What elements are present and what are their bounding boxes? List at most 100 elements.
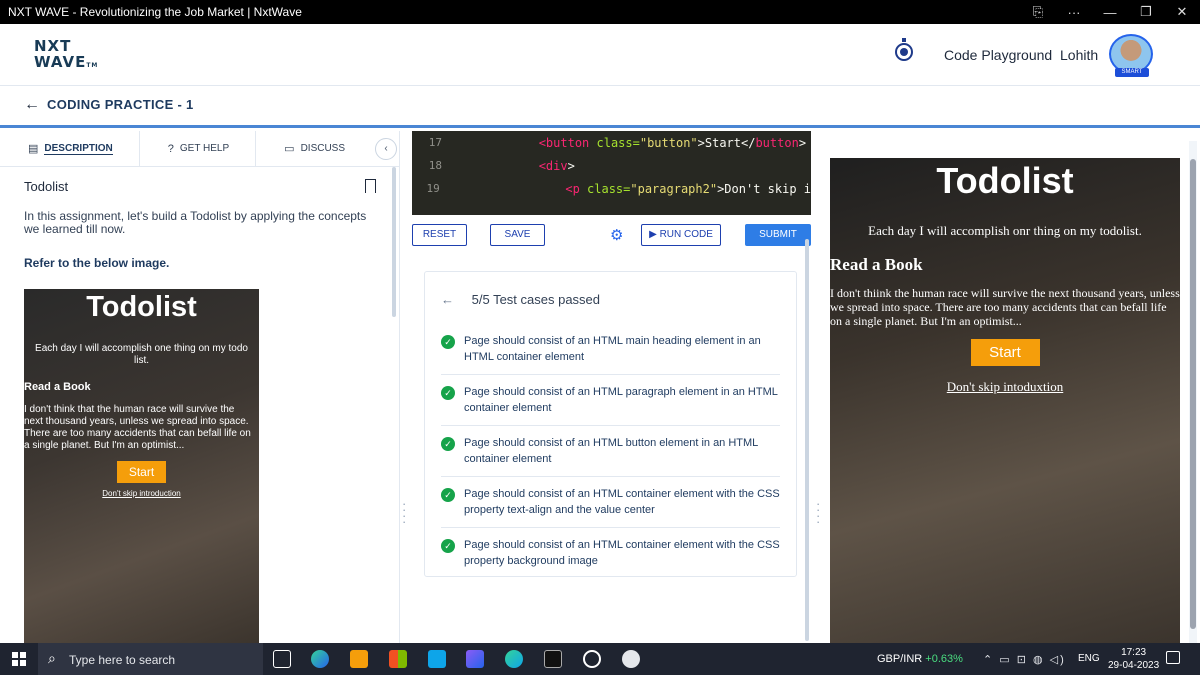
test-case-text: Page should consist of an HTML container…	[464, 539, 780, 567]
reference-paragraph: I don't think that the human race will s…	[24, 404, 251, 451]
logo-line1: NXT	[34, 37, 72, 55]
avatar[interactable]: SMART	[1109, 34, 1153, 77]
test-case: ✓ Page should consist of an HTML contain…	[441, 486, 780, 528]
tab-get-help-label: GET HELP	[179, 143, 230, 154]
run-code-button[interactable]: ▶ RUN CODE	[641, 224, 721, 246]
settings-gear-icon[interactable]: ⚙	[610, 226, 623, 244]
results-scrollbar[interactable]	[805, 239, 809, 641]
reference-link: Don't skip introduction	[102, 489, 181, 498]
restore-button[interactable]: ❐	[1128, 4, 1164, 20]
file-explorer-icon[interactable]	[350, 650, 368, 668]
panel-scrollbar[interactable]	[392, 167, 396, 317]
tab-discuss-label: DISCUSS	[300, 143, 346, 154]
code-tag: button	[755, 135, 799, 150]
problem-description: Todolist In this assignment, let's build…	[24, 179, 376, 270]
code-editor[interactable]: 17 <button class= "button" >Start</ butt…	[412, 131, 811, 215]
search-icon: ⌕	[48, 650, 56, 666]
store-icon[interactable]	[389, 650, 407, 668]
test-case: ✓ Page should consist of an HTML paragra…	[441, 384, 780, 426]
test-case-text: Page should consist of an HTML main head…	[464, 335, 761, 363]
results-back-icon[interactable]: ←	[441, 292, 454, 307]
code-playground-link[interactable]: Code Playground	[944, 47, 1052, 63]
system-clock[interactable]: 17:23 29-04-2023	[1108, 646, 1159, 672]
tab-description[interactable]: ▤ DESCRIPTION	[0, 131, 113, 167]
scrollbar-thumb[interactable]	[1190, 159, 1196, 629]
check-icon: ✓	[441, 437, 455, 451]
minimize-button[interactable]: —	[1092, 5, 1128, 20]
help-icon: ?	[167, 142, 174, 155]
tab-get-help[interactable]: ? GET HELP	[140, 131, 229, 167]
output-preview: Todolist Each day I will accomplish onr …	[830, 158, 1180, 643]
terminal-icon[interactable]	[544, 650, 562, 668]
output-heading: Todolist	[936, 160, 1074, 201]
code-line: 17 <button class= "button" >Start</ butt…	[412, 131, 811, 154]
test-case: ✓ Page should consist of an HTML button …	[441, 435, 780, 477]
mail-icon[interactable]	[428, 650, 446, 668]
code-text: >Start</	[697, 135, 756, 150]
save-button[interactable]: SAVE	[490, 224, 545, 246]
test-case-text: Page should consist of an HTML button el…	[464, 437, 758, 465]
logo-tm: TM	[86, 62, 99, 69]
bookmark-icon[interactable]	[365, 179, 376, 193]
windows-start-icon[interactable]	[12, 652, 26, 666]
line-number: 19	[426, 182, 440, 195]
settings-icon[interactable]	[583, 650, 601, 668]
check-icon: ✓	[441, 335, 455, 349]
output-link[interactable]: Don't skip intoduxtion	[830, 379, 1180, 395]
output-start-button[interactable]: Start	[970, 339, 1040, 366]
problem-title: Todolist	[24, 179, 69, 194]
app-icon[interactable]	[466, 650, 484, 668]
code-text: >Don't skip i	[717, 181, 811, 196]
test-results: ← 5/5 Test cases passed ✓ Page should co…	[424, 271, 797, 577]
test-case-text: Page should consist of an HTML paragraph…	[464, 386, 778, 414]
refer-text: Refer to the below image.	[24, 256, 170, 270]
reference-subheading: Read a Book	[24, 381, 91, 393]
resize-handle-left[interactable]: · · · ·	[402, 497, 406, 528]
nxtwave-app-icon[interactable]	[622, 650, 640, 668]
search-placeholder: Type here to search	[69, 653, 176, 667]
page-title: CODING PRACTICE - 1	[47, 97, 194, 112]
fx-pair: GBP/INR	[877, 653, 923, 665]
close-button[interactable]: ✕	[1164, 4, 1200, 20]
output-tagline: Each day I will accomplish onr thing on …	[868, 223, 1142, 238]
reset-button[interactable]: RESET	[412, 224, 467, 246]
logo-line2: WAVE	[34, 53, 87, 71]
task-view-icon[interactable]	[273, 650, 291, 668]
windows-taskbar: ⌕ Type here to search GBP/INR +0.63% ⌃ ▭…	[0, 643, 1200, 675]
code-line: 18 <div >	[412, 154, 811, 177]
notification-icon[interactable]	[1166, 651, 1180, 664]
code-tag: <p	[565, 181, 580, 196]
timer-icon[interactable]	[895, 38, 913, 61]
back-arrow-icon[interactable]: ←	[24, 96, 40, 114]
description-panel: ▤ DESCRIPTION ? GET HELP ▭ DISCUSS ‹ Tod…	[0, 131, 400, 643]
reference-image: Todolist Each day I will accomplish one …	[24, 289, 259, 643]
code-string: "paragraph2"	[630, 181, 718, 196]
results-header: ← 5/5 Test cases passed	[441, 292, 600, 307]
collapse-panel-button[interactable]: ‹	[375, 138, 397, 160]
description-icon: ▤	[28, 143, 39, 155]
test-case: ✓ Page should consist of an HTML contain…	[441, 537, 780, 571]
user-name[interactable]: Lohith	[1060, 47, 1098, 63]
language-indicator[interactable]: ENG	[1078, 653, 1100, 664]
submit-button[interactable]: SUBMIT	[745, 224, 811, 246]
fx-widget[interactable]: GBP/INR +0.63%	[877, 653, 963, 665]
edge-icon[interactable]	[311, 650, 329, 668]
edge-dev-icon[interactable]	[505, 650, 523, 668]
test-case-text: Page should consist of an HTML container…	[464, 488, 780, 516]
fx-change: +0.63%	[925, 653, 963, 665]
window-titlebar: NXT WAVE - Revolutionizing the Job Marke…	[0, 0, 1200, 24]
taskbar-search[interactable]: ⌕ Type here to search	[38, 643, 263, 675]
cast-icon[interactable]: ⎘	[1020, 4, 1056, 20]
window-title: NXT WAVE - Revolutionizing the Job Marke…	[8, 5, 302, 19]
system-tray-icons[interactable]: ⌃ ▭ ⊡ ◍ ◁)	[983, 653, 1066, 666]
more-options-icon[interactable]: ···	[1056, 5, 1092, 20]
tab-discuss[interactable]: ▭ DISCUSS	[256, 131, 345, 167]
line-number: 17	[428, 136, 442, 149]
nxtwave-logo[interactable]: NXT WAVETM	[34, 38, 98, 74]
code-line: 19 <p class= "paragraph2" >Don't skip i	[412, 177, 812, 200]
practice-header: ← CODING PRACTICE - 1	[0, 86, 1200, 128]
output-scrollbar[interactable]	[1189, 141, 1197, 643]
